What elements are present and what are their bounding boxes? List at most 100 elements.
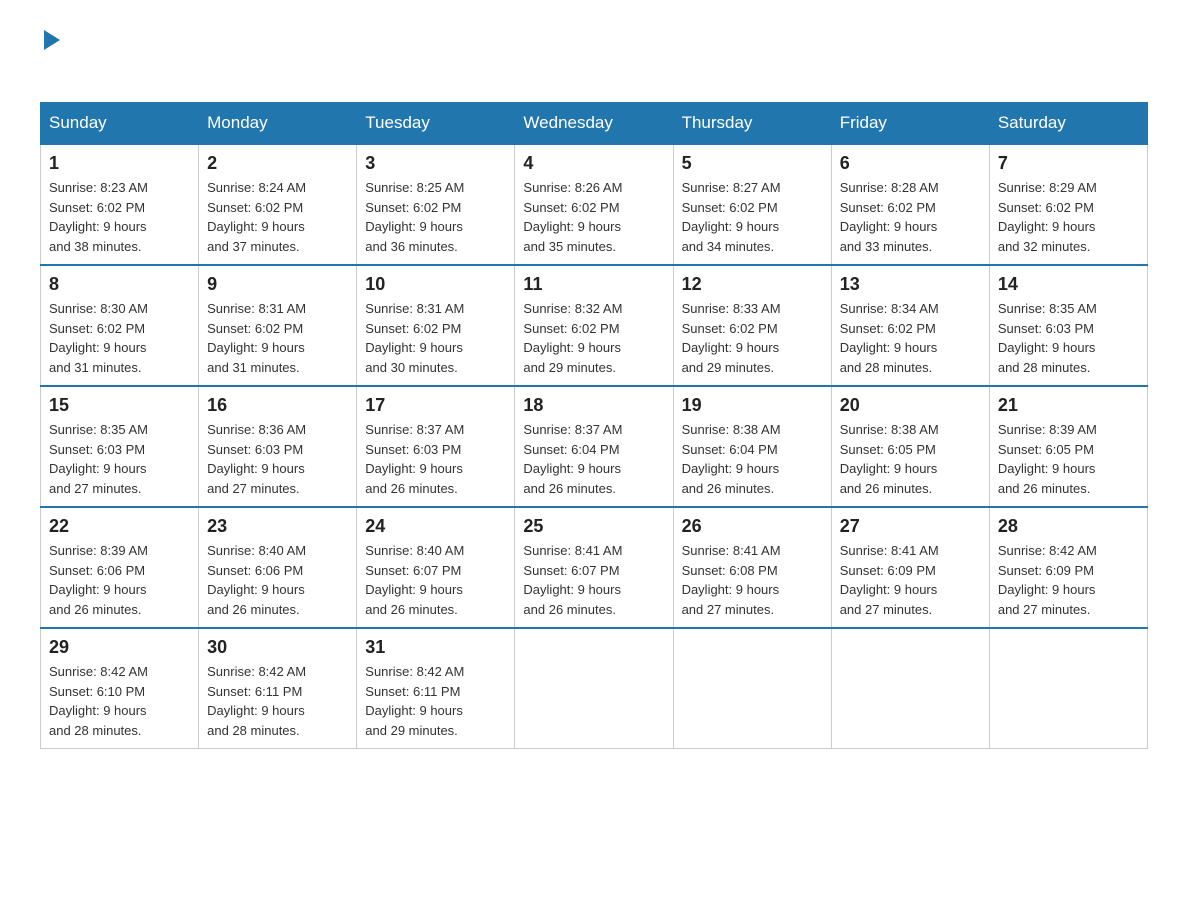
day-number: 16	[207, 395, 348, 416]
day-info: Sunrise: 8:27 AMSunset: 6:02 PMDaylight:…	[682, 180, 781, 254]
calendar-cell: 20 Sunrise: 8:38 AMSunset: 6:05 PMDaylig…	[831, 386, 989, 507]
day-info: Sunrise: 8:38 AMSunset: 6:05 PMDaylight:…	[840, 422, 939, 496]
calendar-cell	[989, 628, 1147, 749]
day-number: 11	[523, 274, 664, 295]
weekday-header-tuesday: Tuesday	[357, 103, 515, 145]
calendar-cell: 17 Sunrise: 8:37 AMSunset: 6:03 PMDaylig…	[357, 386, 515, 507]
day-number: 18	[523, 395, 664, 416]
calendar-cell: 22 Sunrise: 8:39 AMSunset: 6:06 PMDaylig…	[41, 507, 199, 628]
calendar-cell: 18 Sunrise: 8:37 AMSunset: 6:04 PMDaylig…	[515, 386, 673, 507]
calendar-cell: 15 Sunrise: 8:35 AMSunset: 6:03 PMDaylig…	[41, 386, 199, 507]
calendar-cell: 10 Sunrise: 8:31 AMSunset: 6:02 PMDaylig…	[357, 265, 515, 386]
day-number: 26	[682, 516, 823, 537]
calendar-cell: 7 Sunrise: 8:29 AMSunset: 6:02 PMDayligh…	[989, 144, 1147, 265]
day-info: Sunrise: 8:40 AMSunset: 6:06 PMDaylight:…	[207, 543, 306, 617]
day-info: Sunrise: 8:32 AMSunset: 6:02 PMDaylight:…	[523, 301, 622, 375]
day-info: Sunrise: 8:36 AMSunset: 6:03 PMDaylight:…	[207, 422, 306, 496]
calendar-cell: 25 Sunrise: 8:41 AMSunset: 6:07 PMDaylig…	[515, 507, 673, 628]
day-info: Sunrise: 8:42 AMSunset: 6:09 PMDaylight:…	[998, 543, 1097, 617]
weekday-header-friday: Friday	[831, 103, 989, 145]
day-number: 14	[998, 274, 1139, 295]
calendar-cell: 29 Sunrise: 8:42 AMSunset: 6:10 PMDaylig…	[41, 628, 199, 749]
logo	[40, 30, 62, 82]
calendar-cell: 14 Sunrise: 8:35 AMSunset: 6:03 PMDaylig…	[989, 265, 1147, 386]
day-info: Sunrise: 8:38 AMSunset: 6:04 PMDaylight:…	[682, 422, 781, 496]
day-info: Sunrise: 8:42 AMSunset: 6:11 PMDaylight:…	[365, 664, 464, 738]
day-number: 8	[49, 274, 190, 295]
day-number: 4	[523, 153, 664, 174]
day-number: 5	[682, 153, 823, 174]
day-number: 2	[207, 153, 348, 174]
calendar-cell: 21 Sunrise: 8:39 AMSunset: 6:05 PMDaylig…	[989, 386, 1147, 507]
day-number: 6	[840, 153, 981, 174]
weekday-header-sunday: Sunday	[41, 103, 199, 145]
day-number: 23	[207, 516, 348, 537]
calendar-cell	[831, 628, 989, 749]
day-info: Sunrise: 8:31 AMSunset: 6:02 PMDaylight:…	[207, 301, 306, 375]
day-number: 15	[49, 395, 190, 416]
day-number: 13	[840, 274, 981, 295]
calendar-cell: 23 Sunrise: 8:40 AMSunset: 6:06 PMDaylig…	[199, 507, 357, 628]
calendar-week-row: 15 Sunrise: 8:35 AMSunset: 6:03 PMDaylig…	[41, 386, 1148, 507]
day-number: 28	[998, 516, 1139, 537]
day-info: Sunrise: 8:39 AMSunset: 6:05 PMDaylight:…	[998, 422, 1097, 496]
calendar-cell: 31 Sunrise: 8:42 AMSunset: 6:11 PMDaylig…	[357, 628, 515, 749]
calendar-cell: 16 Sunrise: 8:36 AMSunset: 6:03 PMDaylig…	[199, 386, 357, 507]
day-number: 3	[365, 153, 506, 174]
weekday-header-wednesday: Wednesday	[515, 103, 673, 145]
calendar-cell: 19 Sunrise: 8:38 AMSunset: 6:04 PMDaylig…	[673, 386, 831, 507]
calendar-cell: 5 Sunrise: 8:27 AMSunset: 6:02 PMDayligh…	[673, 144, 831, 265]
day-number: 7	[998, 153, 1139, 174]
calendar-cell: 13 Sunrise: 8:34 AMSunset: 6:02 PMDaylig…	[831, 265, 989, 386]
day-info: Sunrise: 8:23 AMSunset: 6:02 PMDaylight:…	[49, 180, 148, 254]
calendar-week-row: 22 Sunrise: 8:39 AMSunset: 6:06 PMDaylig…	[41, 507, 1148, 628]
day-number: 17	[365, 395, 506, 416]
calendar-cell: 11 Sunrise: 8:32 AMSunset: 6:02 PMDaylig…	[515, 265, 673, 386]
calendar-cell: 30 Sunrise: 8:42 AMSunset: 6:11 PMDaylig…	[199, 628, 357, 749]
calendar-cell: 4 Sunrise: 8:26 AMSunset: 6:02 PMDayligh…	[515, 144, 673, 265]
logo-general-text	[40, 30, 62, 50]
calendar-table: SundayMondayTuesdayWednesdayThursdayFrid…	[40, 102, 1148, 749]
day-number: 20	[840, 395, 981, 416]
calendar-cell	[673, 628, 831, 749]
day-number: 30	[207, 637, 348, 658]
day-info: Sunrise: 8:41 AMSunset: 6:07 PMDaylight:…	[523, 543, 622, 617]
calendar-cell: 27 Sunrise: 8:41 AMSunset: 6:09 PMDaylig…	[831, 507, 989, 628]
day-number: 19	[682, 395, 823, 416]
calendar-cell: 26 Sunrise: 8:41 AMSunset: 6:08 PMDaylig…	[673, 507, 831, 628]
day-info: Sunrise: 8:42 AMSunset: 6:10 PMDaylight:…	[49, 664, 148, 738]
day-info: Sunrise: 8:42 AMSunset: 6:11 PMDaylight:…	[207, 664, 306, 738]
day-info: Sunrise: 8:35 AMSunset: 6:03 PMDaylight:…	[49, 422, 148, 496]
calendar-cell: 1 Sunrise: 8:23 AMSunset: 6:02 PMDayligh…	[41, 144, 199, 265]
weekday-header-saturday: Saturday	[989, 103, 1147, 145]
day-info: Sunrise: 8:39 AMSunset: 6:06 PMDaylight:…	[49, 543, 148, 617]
day-info: Sunrise: 8:30 AMSunset: 6:02 PMDaylight:…	[49, 301, 148, 375]
day-info: Sunrise: 8:34 AMSunset: 6:02 PMDaylight:…	[840, 301, 939, 375]
day-number: 21	[998, 395, 1139, 416]
day-info: Sunrise: 8:24 AMSunset: 6:02 PMDaylight:…	[207, 180, 306, 254]
calendar-cell: 8 Sunrise: 8:30 AMSunset: 6:02 PMDayligh…	[41, 265, 199, 386]
calendar-cell	[515, 628, 673, 749]
day-info: Sunrise: 8:33 AMSunset: 6:02 PMDaylight:…	[682, 301, 781, 375]
logo-arrow-icon	[44, 30, 60, 50]
day-number: 29	[49, 637, 190, 658]
day-number: 24	[365, 516, 506, 537]
day-number: 1	[49, 153, 190, 174]
calendar-cell: 24 Sunrise: 8:40 AMSunset: 6:07 PMDaylig…	[357, 507, 515, 628]
calendar-cell: 28 Sunrise: 8:42 AMSunset: 6:09 PMDaylig…	[989, 507, 1147, 628]
calendar-week-row: 29 Sunrise: 8:42 AMSunset: 6:10 PMDaylig…	[41, 628, 1148, 749]
day-info: Sunrise: 8:37 AMSunset: 6:03 PMDaylight:…	[365, 422, 464, 496]
day-info: Sunrise: 8:35 AMSunset: 6:03 PMDaylight:…	[998, 301, 1097, 375]
calendar-cell: 2 Sunrise: 8:24 AMSunset: 6:02 PMDayligh…	[199, 144, 357, 265]
day-info: Sunrise: 8:40 AMSunset: 6:07 PMDaylight:…	[365, 543, 464, 617]
calendar-cell: 3 Sunrise: 8:25 AMSunset: 6:02 PMDayligh…	[357, 144, 515, 265]
day-number: 31	[365, 637, 506, 658]
day-number: 25	[523, 516, 664, 537]
day-number: 10	[365, 274, 506, 295]
day-info: Sunrise: 8:41 AMSunset: 6:08 PMDaylight:…	[682, 543, 781, 617]
calendar-cell: 6 Sunrise: 8:28 AMSunset: 6:02 PMDayligh…	[831, 144, 989, 265]
day-info: Sunrise: 8:28 AMSunset: 6:02 PMDaylight:…	[840, 180, 939, 254]
day-number: 9	[207, 274, 348, 295]
day-info: Sunrise: 8:29 AMSunset: 6:02 PMDaylight:…	[998, 180, 1097, 254]
day-number: 22	[49, 516, 190, 537]
